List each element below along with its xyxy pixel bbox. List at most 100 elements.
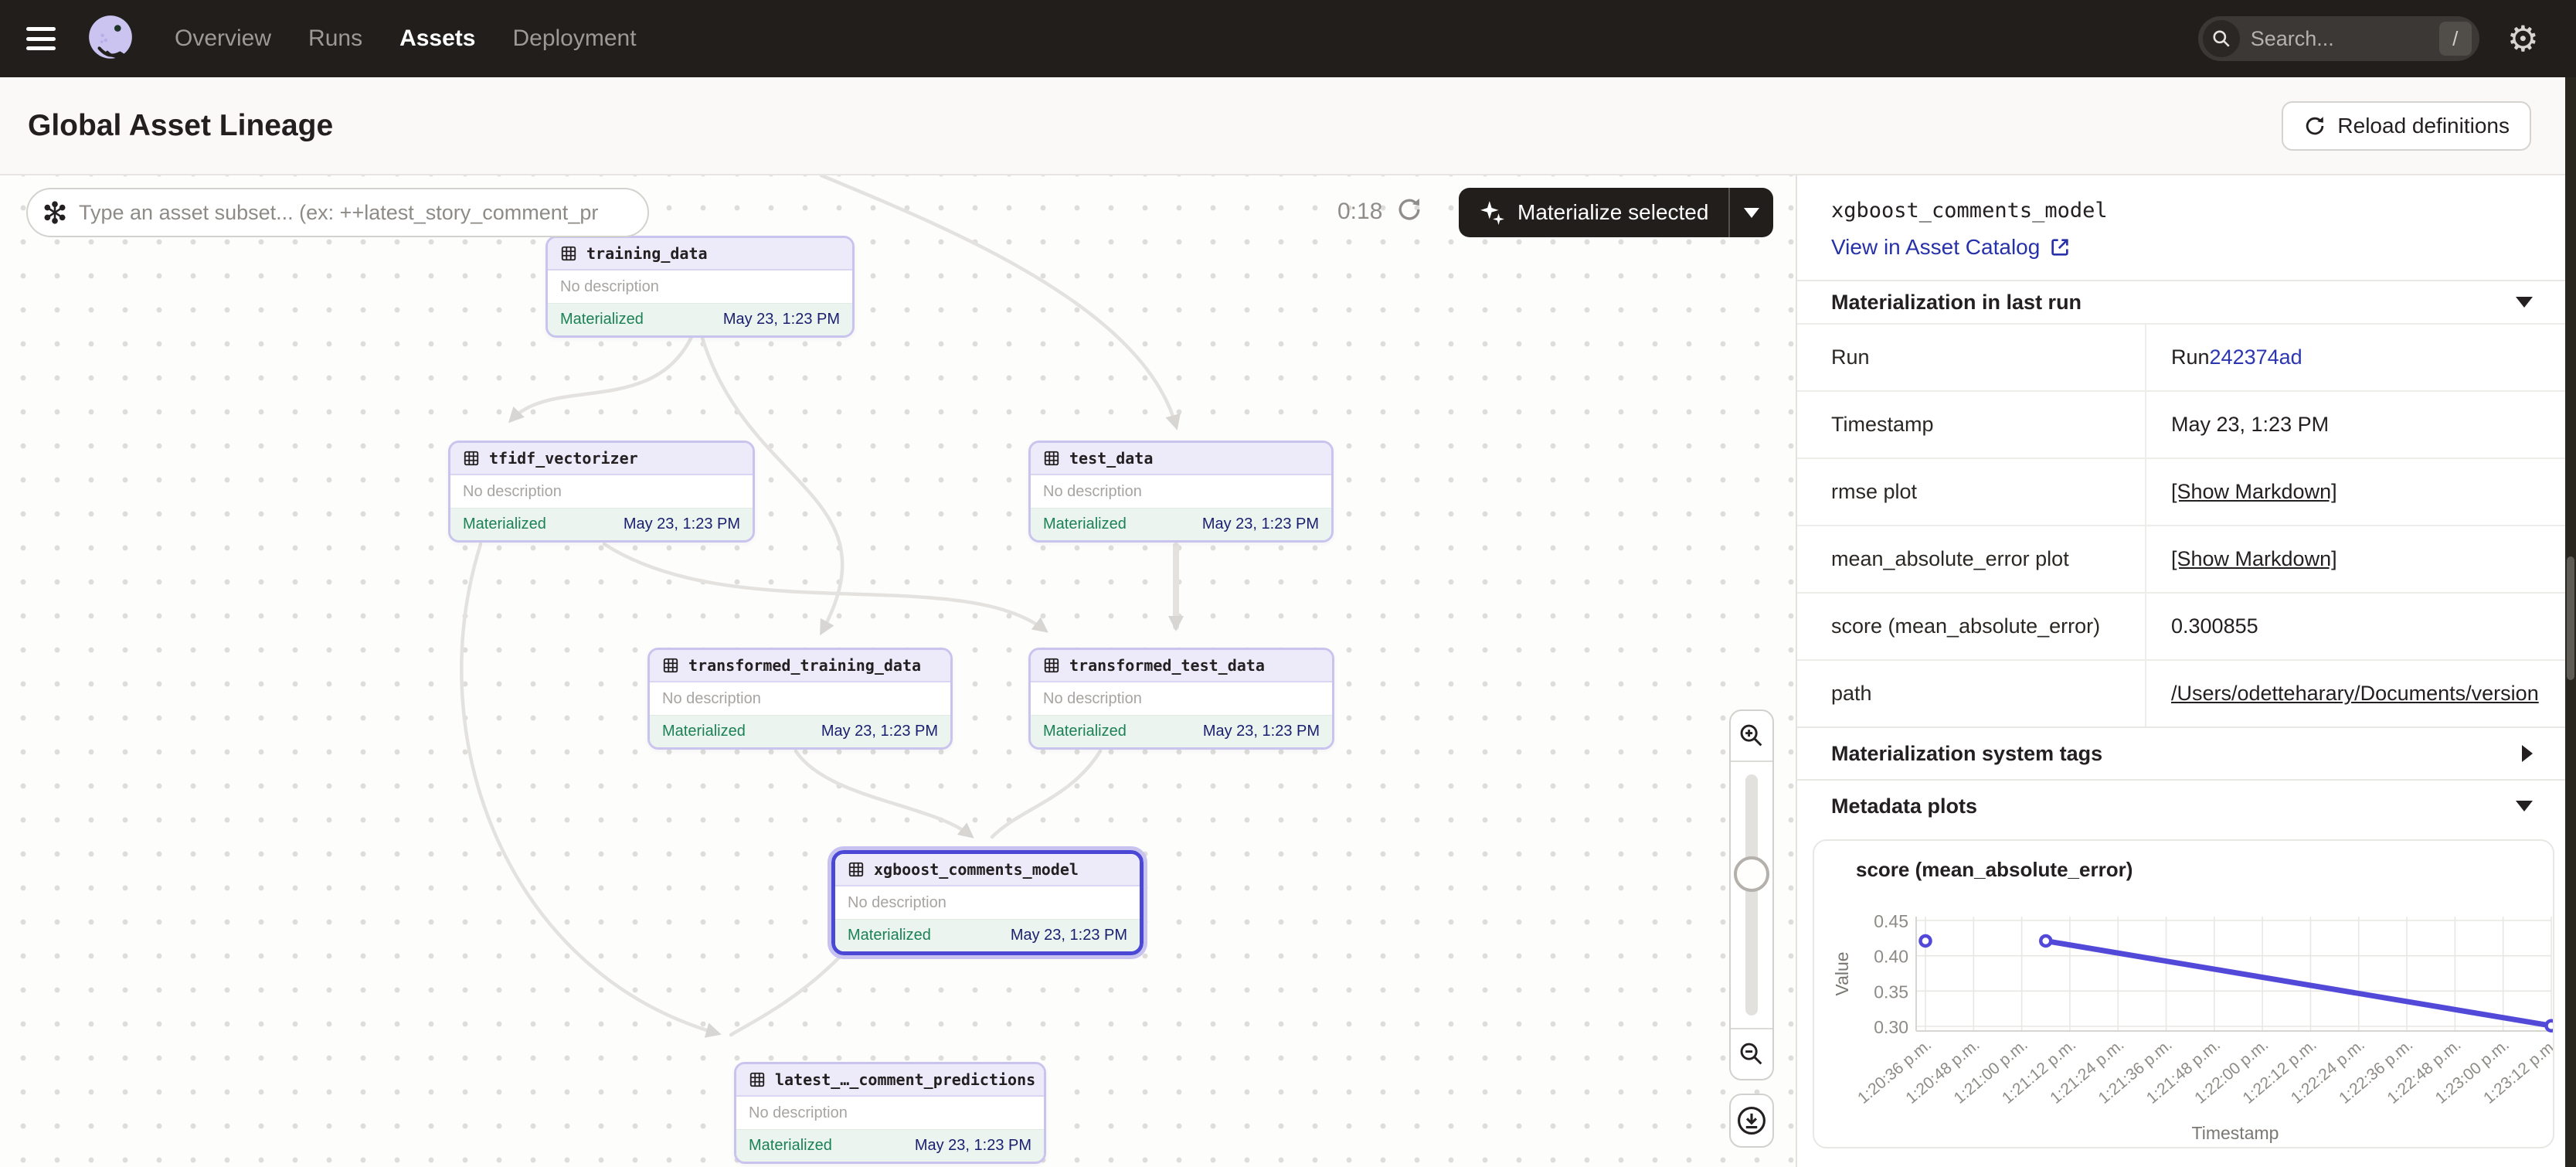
svg-text:0.35: 0.35 — [1874, 982, 1908, 1002]
materialization-table: RunRun 242374adTimestamp May 23, 1:23 PM r… — [1797, 323, 2565, 726]
materialize-dropdown-button[interactable] — [1730, 188, 1773, 237]
reload-definitions-button[interactable]: Reload definitions — [2282, 101, 2531, 151]
table-row-score-mean-absolute-error-: score (mean_absolute_error)0.300855 — [1797, 592, 2565, 659]
run-prefix: Run — [2171, 345, 2210, 369]
asset-node-name: tfidf_vectorizer — [489, 449, 638, 468]
sparkles-icon — [1479, 199, 1505, 226]
asset-node-header: tfidf_vectorizer — [450, 443, 753, 475]
asset-node-name: transformed_training_data — [688, 656, 921, 675]
value-link[interactable]: [Show Markdown] — [2171, 480, 2337, 504]
row-label: Timestamp — [1797, 392, 2145, 458]
row-value: 0.300855 — [2145, 594, 2565, 659]
section-materialization-last-run[interactable]: Materialization in last run — [1797, 280, 2565, 323]
status-badge: Materialized — [662, 723, 746, 740]
gear-icon[interactable]: ⚙ — [2507, 21, 2539, 56]
nav-link-runs[interactable]: Runs — [308, 26, 362, 52]
asset-detail-panel: xgboost_comments_model View in Asset Cat… — [1797, 175, 2565, 1167]
row-value: May 23, 1:23 PM — [2145, 392, 2565, 458]
asset-node-name: transformed_test_data — [1069, 656, 1265, 675]
table-icon — [463, 450, 480, 467]
asset-node-footer: Materialized May 23, 1:23 PM — [1031, 715, 1332, 747]
section-metadata-plots[interactable]: Metadata plots — [1797, 779, 2565, 832]
chevron-right-icon — [2522, 745, 2533, 762]
global-search[interactable]: / — [2198, 16, 2479, 61]
status-badge: Materialized — [560, 311, 644, 328]
asset-subset-input[interactable] — [79, 201, 632, 225]
row-value: [Show Markdown] — [2145, 526, 2565, 592]
zoom-in-button[interactable] — [1731, 711, 1772, 762]
materialization-timestamp[interactable]: May 23, 1:23 PM — [723, 311, 840, 328]
asset-node-description: No description — [736, 1097, 1044, 1129]
menu-icon[interactable] — [26, 27, 56, 50]
view-in-asset-catalog-link[interactable]: View in Asset Catalog — [1831, 235, 2071, 260]
value-text: May 23, 1:23 PM — [2171, 413, 2329, 437]
value-link[interactable]: /Users/odetteharary/Documents/version — [2171, 682, 2539, 706]
search-shortcut-badge: / — [2439, 22, 2472, 56]
status-badge: Materialized — [1043, 723, 1127, 740]
table-icon — [1043, 657, 1060, 674]
scrollbar-thumb[interactable] — [2567, 556, 2574, 680]
table-icon — [848, 861, 865, 878]
chevron-down-icon — [2516, 801, 2533, 811]
value-link[interactable]: [Show Markdown] — [2171, 547, 2337, 571]
materialization-timestamp[interactable]: May 23, 1:23 PM — [915, 1137, 1031, 1155]
asset-node-training_data[interactable]: training_dataNo descriptionMaterializedM… — [545, 236, 855, 338]
materialize-selected-button[interactable]: Materialize selected — [1459, 188, 1728, 237]
asset-node-transformed_test_data[interactable]: transformed_test_dataNo descriptionMater… — [1028, 648, 1334, 750]
table-row-rmse-plot: rmse plot[Show Markdown] — [1797, 458, 2565, 525]
asset-node-test_data[interactable]: test_dataNo descriptionMaterializedMay 2… — [1028, 441, 1334, 543]
row-value: [Show Markdown] — [2145, 459, 2565, 525]
zoom-out-button[interactable] — [1731, 1028, 1772, 1079]
status-badge: Materialized — [463, 515, 546, 533]
zoom-slider[interactable] — [1731, 762, 1772, 1028]
right-scrollbar-strip[interactable] — [2565, 77, 2576, 1167]
materialization-timestamp[interactable]: May 23, 1:23 PM — [1203, 723, 1320, 740]
external-link-icon — [2049, 236, 2071, 258]
nav-link-overview[interactable]: Overview — [175, 26, 271, 52]
asset-node-xgboost_comments_model[interactable]: xgboost_comments_model No descriptionMate… — [831, 850, 1144, 955]
materialization-timestamp[interactable]: May 23, 1:23 PM — [1011, 927, 1127, 944]
nav-link-assets[interactable]: Assets — [399, 26, 475, 52]
nav-link-deployment[interactable]: Deployment — [512, 26, 636, 52]
row-label: path — [1797, 661, 2145, 726]
asset-node-footer: Materialized May 23, 1:23 PM — [450, 508, 753, 540]
svg-text:0.40: 0.40 — [1874, 947, 1908, 967]
row-label: score (mean_absolute_error) — [1797, 594, 2145, 659]
asset-subset-filter[interactable] — [26, 188, 649, 237]
asset-node-header: transformed_training_data — [650, 650, 950, 682]
svg-text:Timestamp: Timestamp — [2192, 1123, 2279, 1143]
download-image-button[interactable] — [1729, 1094, 1774, 1148]
search-input[interactable] — [2251, 27, 2439, 51]
asset-node-description: No description — [650, 682, 950, 715]
table-row-run: RunRun 242374ad — [1797, 323, 2565, 390]
svg-text:score (mean_absolute_error): score (mean_absolute_error) — [1856, 858, 2133, 881]
asset-node-description: No description — [835, 886, 1140, 919]
asset-node-transformed_training_data[interactable]: transformed_training_data No description M… — [647, 648, 953, 750]
table-icon — [1043, 450, 1060, 467]
materialization-timestamp[interactable]: May 23, 1:23 PM — [624, 515, 740, 533]
refresh-icon[interactable] — [1395, 196, 1423, 227]
asset-node-footer: MaterializedMay 23, 1:23 PM — [736, 1129, 1044, 1162]
section-materialization-system-tags[interactable]: Materialization system tags — [1797, 726, 2565, 779]
reload-icon — [2303, 114, 2326, 138]
asset-lineage-graph[interactable]: training_data No description Materialized M… — [0, 175, 1796, 1167]
asset-node-tfidf_vectorizer[interactable]: tfidf_vectorizerNo descriptionMaterializ… — [448, 441, 755, 543]
dagster-logo-icon[interactable] — [85, 13, 136, 64]
row-label: mean_absolute_error plot — [1797, 526, 2145, 592]
zoom-slider-handle[interactable] — [1734, 856, 1769, 892]
zoom-control — [1729, 709, 1774, 1080]
run-id-link[interactable]: 242374ad — [2210, 345, 2302, 369]
reload-label: Reload definitions — [2337, 114, 2510, 138]
materialize-button-group: Materialize selected — [1459, 188, 1773, 237]
materialize-label: Materialize selected — [1517, 200, 1708, 225]
asset-node-header: training_data — [548, 238, 852, 270]
table-row-mean-absolute-error-plot: mean_absolute_error plot [Show Markdown] — [1797, 525, 2565, 592]
table-row-path: path/Users/odetteharary/Documents/versio… — [1797, 659, 2565, 726]
table-icon — [560, 245, 577, 262]
asset-node-footer: MaterializedMay 23, 1:23 PM — [835, 919, 1140, 951]
materialization-timestamp[interactable]: May 23, 1:23 PM — [1202, 515, 1319, 533]
asset-node-name: xgboost_comments_model — [874, 860, 1079, 879]
section-label: Materialization system tags — [1831, 742, 2102, 766]
asset-node-latest_comment_predictions[interactable]: latest_…_comment_predictionsNo descripti… — [734, 1062, 1046, 1164]
materialization-timestamp[interactable]: May 23, 1:23 PM — [821, 723, 938, 740]
